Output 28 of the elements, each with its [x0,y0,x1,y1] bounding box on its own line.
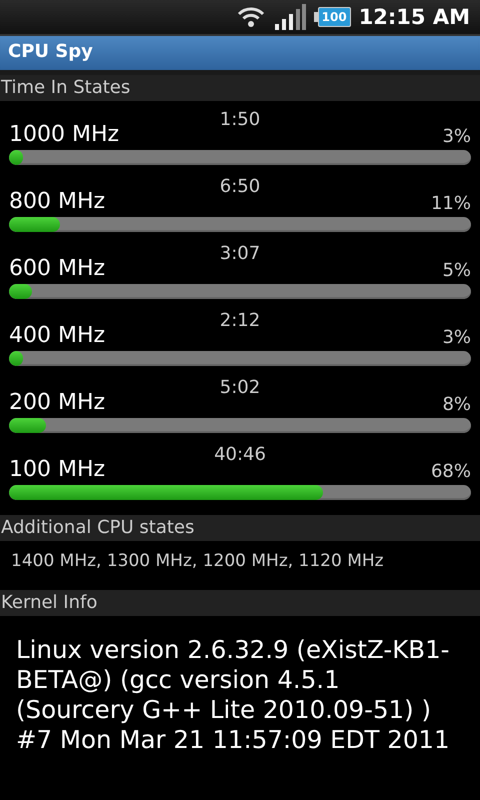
frequency-label: 100 MHz [9,457,106,482]
signal-icon [274,4,306,30]
time-value: 2:12 [218,310,262,331]
time-value: 6:50 [218,176,262,197]
time-value: 1:50 [218,109,262,130]
clock: 12:15 AM [358,5,470,29]
percent-value: 5% [441,260,471,281]
section-header: Kernel Info [0,590,480,616]
frequency-label: 600 MHz [9,256,106,281]
frequency-label: 400 MHz [9,323,106,348]
window-title: CPU Spy [8,41,93,62]
kernel-version-text: Linux version 2.6.32.9 (eXistZ-KB1-BETA@) (gcc version 4.5.1 (Sourcery G++ Lite 2010.09-51) ) #7 Mon Mar 21 11:57:09 EDT 2011 [15,634,451,756]
section-header: Additional CPU states [0,515,480,541]
time-value: 40:46 [213,444,267,465]
wifi-icon [236,5,266,29]
percent-value: 3% [441,327,471,348]
percent-value: 8% [441,394,471,415]
battery-level: 100 [318,7,351,27]
frequency-label: 800 MHz [9,189,106,214]
section-header: Time In States [0,75,480,101]
cpu-states-text: 1400 MHz, 1300 MHz, 1200 MHz, 1120 MHz [10,550,385,573]
frequency-label: 1000 MHz [9,122,120,147]
percent-value: 3% [441,126,471,147]
frequency-label: 200 MHz [9,390,106,415]
percent-value: 68% [430,461,471,482]
time-value: 5:02 [218,377,262,398]
percent-value: 11% [430,193,471,214]
time-value: 3:07 [218,243,262,264]
